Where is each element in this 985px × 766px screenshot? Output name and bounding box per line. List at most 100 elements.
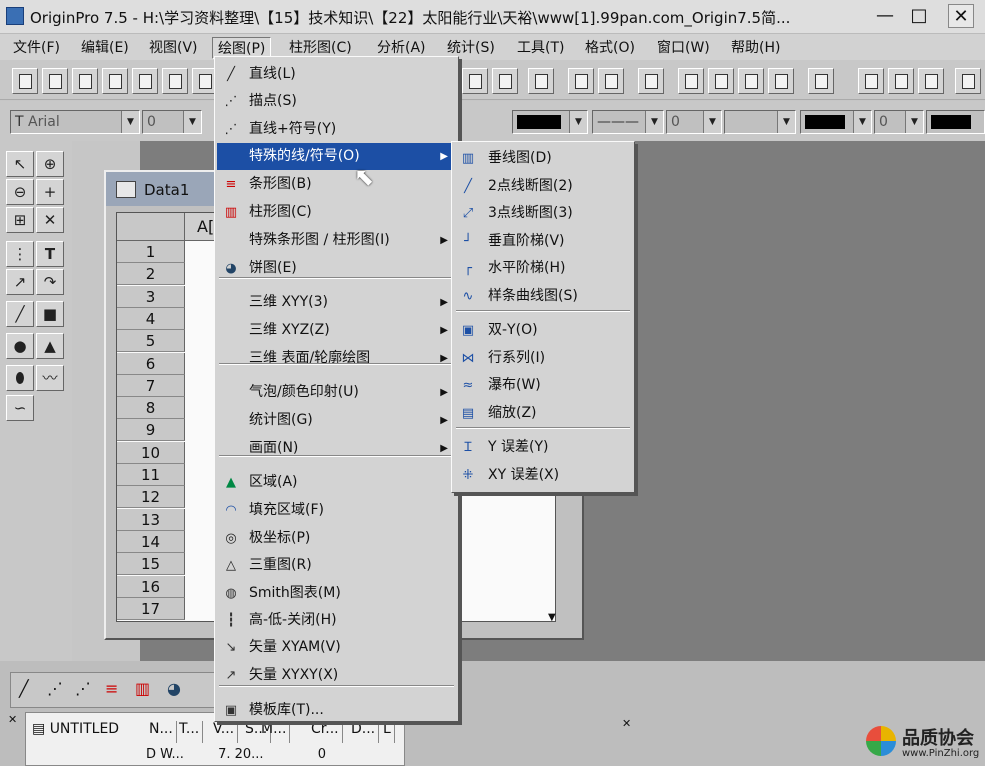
plot-menu-item[interactable]: 特殊条形图 / 柱形图(I) ▶ [217, 227, 456, 254]
scatter-icon[interactable]: ⋰ [47, 679, 63, 698]
circle-tool-icon[interactable]: ● [6, 333, 34, 359]
plot-menu-item[interactable]: ◎ 极坐标(P) [217, 525, 456, 552]
submenu-item[interactable]: ⋈ 行系列(I) [454, 345, 632, 372]
plot-menu-item[interactable]: 统计图(G) ▶ [217, 407, 456, 434]
row-header[interactable]: 17 [117, 597, 185, 620]
submenu-item[interactable]: ▣ 双-Y(O) [454, 317, 632, 344]
row-header[interactable]: 15 [117, 553, 185, 576]
submenu-item[interactable]: ⁜ XY 误差(X) [454, 462, 632, 489]
menu-edit[interactable]: 编辑(E) [76, 37, 134, 57]
row-header[interactable]: 2 [117, 263, 185, 286]
new-project-icon[interactable] [12, 68, 38, 94]
menu-help[interactable]: 帮助(H) [726, 37, 785, 57]
results-log-icon[interactable] [678, 68, 704, 94]
chevron-down-icon[interactable]: ▼ [569, 111, 587, 133]
submenu-item[interactable]: ╱ 2点线断图(2) [454, 173, 632, 200]
chevron-down-icon[interactable]: ▼ [853, 111, 871, 133]
plot-menu-item[interactable]: ≡ 条形图(B) [217, 171, 456, 198]
line-icon[interactable]: ╱ [19, 679, 29, 698]
zoom-out-icon[interactable]: ⊖ [6, 179, 34, 205]
plot-menu-item[interactable]: 气泡/颜色印射(U) ▶ [217, 379, 456, 406]
settings-icon[interactable] [768, 68, 794, 94]
close-pane-icon[interactable]: ✕ [8, 713, 17, 726]
import-ascii-icon[interactable] [462, 68, 488, 94]
arrow-tool-icon[interactable]: ↗ [6, 269, 34, 295]
col-view[interactable]: V... [210, 721, 239, 743]
project-row[interactable]: D W... 7. 20... 0 [146, 747, 326, 762]
new-worksheet-icon[interactable] [42, 68, 68, 94]
row-header[interactable]: 11 [117, 464, 185, 486]
arrange-layers-icon[interactable] [918, 68, 944, 94]
chevron-down-icon[interactable]: ▼ [645, 111, 663, 133]
polyline-tool-icon[interactable]: 〰 [36, 365, 64, 391]
row-header[interactable]: 12 [117, 486, 185, 509]
duplicate-icon[interactable] [598, 68, 624, 94]
chevron-down-icon[interactable]: ▼ [905, 111, 923, 133]
plot-menu-item[interactable]: 三维 XYY(3) ▶ [217, 289, 456, 316]
pattern-select[interactable]: ▼ [724, 110, 796, 134]
plot-menu-item[interactable]: ◠ 填充区域(F) [217, 497, 456, 524]
col-dependents[interactable]: D... [348, 721, 380, 743]
print-icon[interactable] [528, 68, 554, 94]
row-header[interactable]: 13 [117, 508, 185, 531]
fill-color-select[interactable]: ▼ [800, 110, 872, 134]
project-explorer-icon[interactable] [638, 68, 664, 94]
corner-cell[interactable] [117, 213, 185, 241]
row-header[interactable]: 7 [117, 374, 185, 397]
plot-menu-item[interactable]: 特殊的线/符号(O) ▶ [217, 143, 456, 170]
maximize-button[interactable]: □ [906, 4, 932, 28]
row-header[interactable]: 9 [117, 419, 185, 442]
region-tool-icon[interactable]: ⬮ [6, 365, 34, 391]
column-chart-icon[interactable]: ▥ [135, 679, 150, 698]
submenu-item[interactable]: ∿ 样条曲线图(S) [454, 283, 632, 310]
symbol-color-select[interactable] [926, 110, 985, 134]
freehand-tool-icon[interactable]: ∽ [6, 395, 34, 421]
new-graph-icon[interactable] [102, 68, 128, 94]
new-excel-icon[interactable] [72, 68, 98, 94]
close-button[interactable]: ✕ [948, 4, 974, 28]
chevron-down-icon[interactable]: ▼ [777, 111, 795, 133]
menu-format[interactable]: 格式(O) [580, 37, 640, 57]
row-header[interactable]: 1 [117, 241, 185, 263]
polygon-tool-icon[interactable]: ▲ [36, 333, 64, 359]
row-header[interactable]: 5 [117, 330, 185, 353]
minimize-button[interactable]: — [872, 4, 898, 28]
line-tool-icon[interactable]: ╱ [6, 301, 34, 327]
new-function-icon[interactable] [162, 68, 188, 94]
submenu-item[interactable]: ┌ 水平阶梯(H) [454, 255, 632, 282]
col-modified[interactable]: M... [258, 721, 291, 743]
command-window-icon[interactable] [808, 68, 834, 94]
line-color-select[interactable]: ▼ [512, 110, 588, 134]
curved-arrow-icon[interactable]: ↷ [36, 269, 64, 295]
mask-icon[interactable]: ⋮ [6, 241, 34, 267]
symbol-size-select[interactable]: 0 ▼ [874, 110, 924, 134]
plot-menu-item[interactable]: ╱ 直线(L) [217, 61, 456, 88]
row-header[interactable]: 3 [117, 285, 185, 308]
import-multiple-icon[interactable] [492, 68, 518, 94]
submenu-item[interactable]: ▥ 垂线图(D) [454, 145, 632, 172]
font-select[interactable]: T Arial ▼ [10, 110, 140, 134]
chevron-down-icon[interactable]: ▼ [183, 111, 201, 133]
script-window-icon[interactable] [708, 68, 734, 94]
pointer-icon[interactable]: ↖ [6, 151, 34, 177]
pie-chart-icon[interactable]: ◕ [167, 679, 181, 698]
plot-menu-item[interactable]: ↘ 矢量 XYAM(V) [217, 634, 456, 661]
menu-window[interactable]: 窗口(W) [652, 37, 715, 57]
plot-menu-item[interactable]: ◍ Smith图表(M) [217, 580, 456, 607]
row-header[interactable]: 6 [117, 352, 185, 375]
menu-view[interactable]: 视图(V) [144, 37, 203, 57]
new-matrix-icon[interactable] [132, 68, 158, 94]
line-style-select[interactable]: ——— ▼ [592, 110, 664, 134]
plot-menu-item[interactable]: ⋰ 描点(S) [217, 88, 456, 115]
plot-menu-item[interactable]: ▲ 区域(A) [217, 469, 456, 496]
chevron-down-icon[interactable]: ▼ [121, 111, 139, 133]
plot-menu-item[interactable]: ┇ 高-低-关闭(H) [217, 607, 456, 634]
submenu-item[interactable]: Ɪ Y 误差(Y) [454, 434, 632, 461]
row-header[interactable]: 8 [117, 397, 185, 420]
zoom-in-icon[interactable]: ⊕ [36, 151, 64, 177]
export-icon[interactable] [955, 68, 981, 94]
chevron-down-icon[interactable]: ▼ [703, 111, 721, 133]
bar-chart-icon[interactable]: ≡ [105, 679, 118, 698]
col-type[interactable]: T... [176, 721, 204, 743]
plot-menu-item[interactable]: △ 三重图(R) [217, 552, 456, 579]
